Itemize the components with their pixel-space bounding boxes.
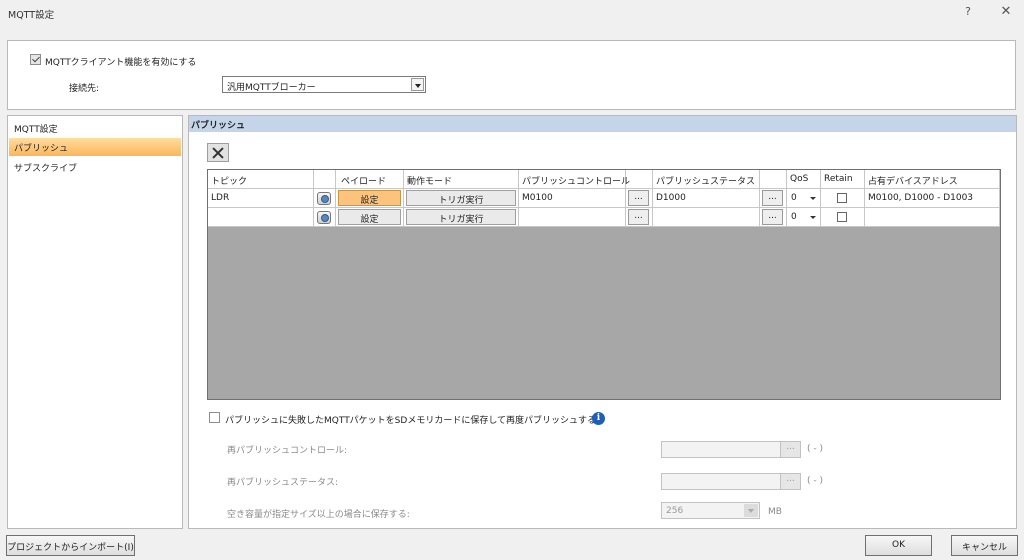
delete-row-button[interactable] bbox=[207, 143, 229, 162]
table-row[interactable]: LDR 設定 トリガ実行 M0100 ... D1000 ... 0 M0100… bbox=[208, 189, 1000, 208]
retain-checkbox[interactable] bbox=[837, 193, 847, 203]
destination-dropdown[interactable]: 汎用MQTTブローカー bbox=[222, 76, 426, 93]
col-status: パブリッシュステータス bbox=[653, 170, 760, 189]
topic-globe-icon[interactable] bbox=[317, 192, 331, 205]
status-browse-button[interactable]: ... bbox=[762, 190, 783, 206]
devices-cell: M0100, D1000 - D1003 bbox=[865, 189, 1000, 208]
client-settings-panel: MQTTクライアント機能を有効にする 接続先: 汎用MQTTブローカー bbox=[7, 40, 1016, 110]
qos-dropdown[interactable]: 0 bbox=[788, 209, 819, 225]
sidebar-item-mqtt-settings[interactable]: MQTT設定 bbox=[9, 119, 181, 137]
sd-retry-checkbox[interactable] bbox=[209, 412, 220, 423]
status-btn-cell: ... bbox=[760, 208, 787, 227]
col-devices: 占有デバイスアドレス bbox=[865, 170, 1000, 189]
repub-control-label: 再パブリッシュコントロール: bbox=[227, 446, 348, 456]
sd-retry-label: パブリッシュに失敗したMQTTパケットをSDメモリカードに保存して再度パブリッシ… bbox=[225, 416, 597, 426]
publish-table: トピック ペイロード 動作モード パブリッシュコントロール パブリッシュステータ… bbox=[207, 169, 1001, 400]
mode-button[interactable]: トリガ実行 bbox=[406, 209, 516, 225]
help-icon[interactable]: ? bbox=[960, 5, 976, 21]
qos-value: 0 bbox=[791, 193, 797, 203]
control-cell[interactable] bbox=[519, 208, 626, 227]
col-control: パブリッシュコントロール bbox=[519, 170, 630, 189]
repub-status-unit: ( - ) bbox=[807, 476, 823, 486]
topic-globe-icon[interactable] bbox=[317, 211, 331, 224]
close-icon[interactable]: ✕ bbox=[998, 4, 1014, 20]
mode-button[interactable]: トリガ実行 bbox=[406, 190, 516, 206]
control-btn-cell: ... bbox=[626, 189, 653, 208]
topic-cell[interactable] bbox=[208, 208, 314, 227]
retain-cell bbox=[821, 208, 865, 227]
cancel-button[interactable]: キャンセル bbox=[951, 535, 1018, 556]
payload-settings-button[interactable]: 設定 bbox=[338, 190, 401, 206]
qos-cell: 0 bbox=[787, 208, 821, 227]
mode-cell: トリガ実行 bbox=[404, 189, 519, 208]
chevron-down-icon bbox=[810, 216, 816, 222]
window-title: MQTT設定 bbox=[8, 10, 55, 21]
chevron-down-icon bbox=[744, 504, 758, 517]
free-space-unit: MB bbox=[768, 507, 782, 517]
retain-cell bbox=[821, 189, 865, 208]
title-bar: MQTT設定 ? ✕ bbox=[0, 0, 1024, 26]
section-header: パブリッシュ bbox=[189, 116, 1016, 132]
col-retain: Retain bbox=[821, 170, 865, 189]
repub-control-unit: ( - ) bbox=[807, 444, 823, 454]
control-cell[interactable]: M0100 bbox=[519, 189, 626, 208]
col-qos: QoS bbox=[787, 170, 821, 189]
repub-status-browse-button[interactable]: ... bbox=[780, 473, 801, 490]
col-payload: ペイロード bbox=[336, 170, 404, 189]
col-topic: トピック bbox=[208, 170, 314, 189]
icon-cell bbox=[314, 189, 336, 208]
publish-panel: パブリッシュ トピック ペイロード 動作モード パブリッシュコントロール パブリ… bbox=[188, 115, 1017, 529]
qos-cell: 0 bbox=[787, 189, 821, 208]
col-control-btn bbox=[626, 170, 653, 189]
free-space-value: 256 bbox=[666, 506, 684, 516]
repub-control-browse-button[interactable]: ... bbox=[780, 441, 801, 458]
destination-value: 汎用MQTTブローカー bbox=[227, 83, 316, 93]
payload-cell: 設定 bbox=[336, 189, 404, 208]
sidebar-item-subscribe[interactable]: サブスクライブ bbox=[9, 158, 181, 176]
info-icon[interactable]: i bbox=[592, 412, 605, 425]
repub-status-input[interactable] bbox=[661, 473, 781, 490]
chevron-down-icon[interactable] bbox=[411, 78, 424, 91]
table-header: トピック ペイロード 動作モード パブリッシュコントロール パブリッシュステータ… bbox=[208, 170, 1000, 189]
import-from-project-button[interactable]: プロジェクトからインポート(I) bbox=[6, 535, 135, 556]
col-icon bbox=[314, 170, 336, 189]
icon-cell bbox=[314, 208, 336, 227]
free-space-label: 空き容量が指定サイズ以上の場合に保存する: bbox=[227, 510, 410, 520]
status-cell[interactable]: D1000 bbox=[653, 189, 760, 208]
table-row[interactable]: 設定 トリガ実行 ... ... 0 bbox=[208, 208, 1000, 227]
payload-settings-button[interactable]: 設定 bbox=[338, 209, 401, 225]
control-browse-button[interactable]: ... bbox=[628, 190, 649, 206]
ok-button[interactable]: OK bbox=[865, 535, 932, 556]
qos-dropdown[interactable]: 0 bbox=[788, 190, 819, 206]
mode-cell: トリガ実行 bbox=[404, 208, 519, 227]
destination-label: 接続先: bbox=[69, 84, 100, 94]
devices-cell bbox=[865, 208, 1000, 227]
topic-cell[interactable]: LDR bbox=[208, 189, 314, 208]
status-browse-button[interactable]: ... bbox=[762, 209, 783, 225]
sidebar-item-publish[interactable]: パブリッシュ bbox=[9, 138, 181, 156]
col-mode: 動作モード bbox=[404, 170, 519, 189]
enable-mqtt-label: MQTTクライアント機能を有効にする bbox=[45, 58, 197, 68]
control-btn-cell: ... bbox=[626, 208, 653, 227]
payload-cell: 設定 bbox=[336, 208, 404, 227]
retain-checkbox[interactable] bbox=[837, 212, 847, 222]
col-status-btn bbox=[760, 170, 787, 189]
repub-status-label: 再パブリッシュステータス: bbox=[227, 478, 339, 488]
free-space-dropdown[interactable]: 256 bbox=[661, 502, 760, 519]
sidebar: MQTT設定 パブリッシュ サブスクライブ bbox=[7, 115, 183, 529]
enable-mqtt-checkbox[interactable] bbox=[30, 54, 41, 65]
chevron-down-icon bbox=[810, 197, 816, 203]
status-cell[interactable] bbox=[653, 208, 760, 227]
qos-value: 0 bbox=[791, 212, 797, 222]
status-btn-cell: ... bbox=[760, 189, 787, 208]
control-browse-button[interactable]: ... bbox=[628, 209, 649, 225]
repub-control-input[interactable] bbox=[661, 441, 781, 458]
